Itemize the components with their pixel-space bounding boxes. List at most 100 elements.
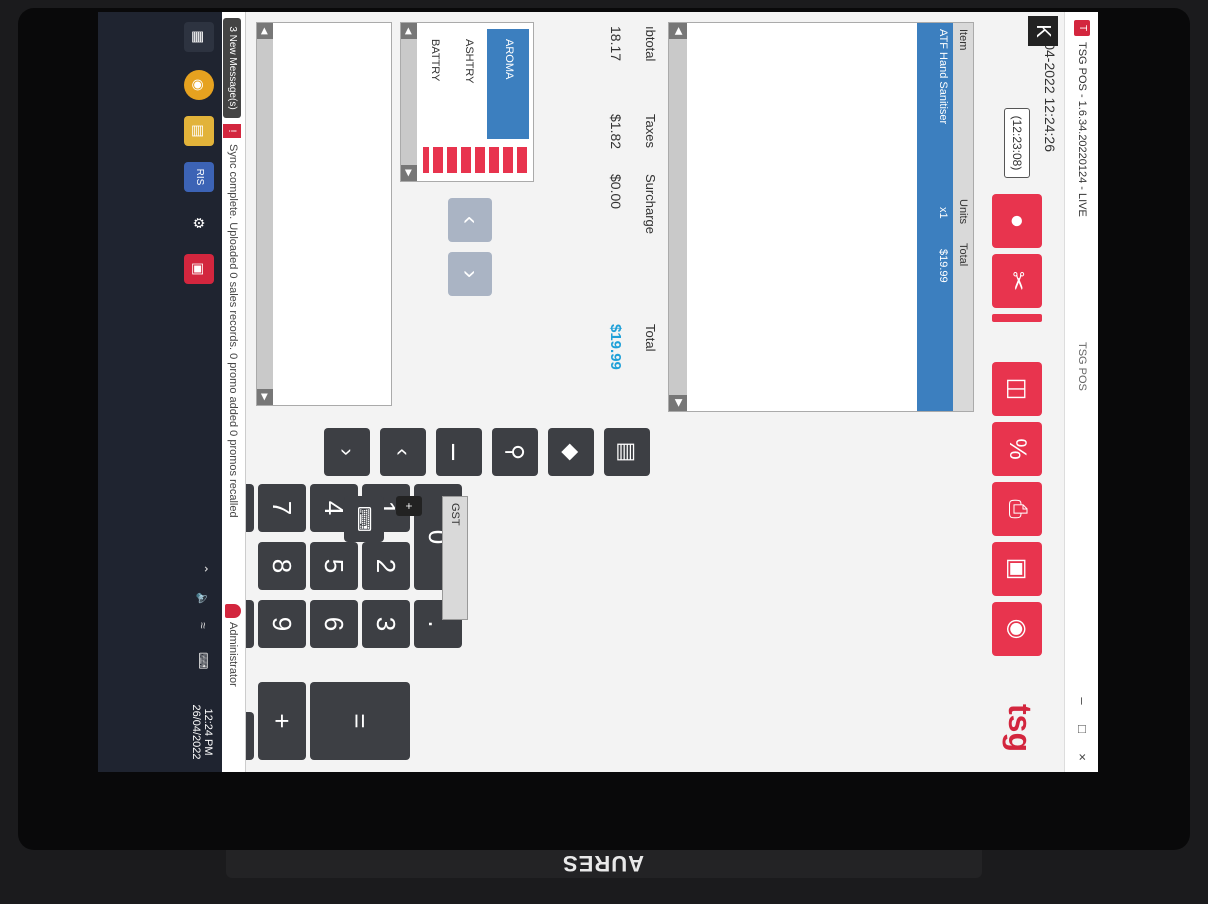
total-value: $19.99 [607,324,624,370]
scroll-right-icon[interactable]: ▶ [401,165,417,181]
key-plus[interactable]: + [258,682,306,760]
tax-select[interactable]: GST [442,496,468,620]
printer-icon: ⎙ [1004,499,1031,519]
search-receipt-button[interactable]: ◫ [992,362,1042,416]
next-button[interactable]: › [324,428,370,476]
window-center-title: TSG POS [1076,342,1088,391]
key-6[interactable]: 6 [310,600,358,648]
items-horizontal-scrollbar[interactable]: ◀ ▶ [669,23,687,411]
category-item[interactable]: AROMA [487,29,529,139]
product-scrollbar[interactable]: ◀ ▶ [257,23,273,405]
receipt-search-icon: ◫ [1004,377,1031,401]
tag-button[interactable]: ◆ [548,428,594,476]
screen: T TSG POS - 1.6.34.20220124 - LIVE TSG P… [98,12,1098,772]
cash-icon: ▤ [615,441,640,463]
key-5[interactable]: 5 [310,542,358,590]
key-8[interactable]: 8 [258,542,306,590]
key-equals[interactable]: = [310,682,410,760]
key-9[interactable]: 9 [258,600,306,648]
column-item: Item [957,29,969,51]
category-item[interactable]: BATTRY [419,29,449,139]
system-clock[interactable]: 12:24 PM 26/04/2022 [190,692,214,772]
person-icon: ● [1004,213,1031,229]
cash-button[interactable]: ▤ [604,428,650,476]
chevron-left-icon: ‹ [457,216,484,224]
chevron-right-icon: › [335,448,360,456]
key-7[interactable]: 7 [258,484,306,532]
keyboard-icon: ⌨ [354,506,374,532]
keyboard-tray-icon[interactable]: ⌨ [196,652,210,669]
chevron-left-icon: ‹ [391,448,416,456]
subtotal-label: ıbtotal [643,26,658,62]
key-2[interactable]: 2 [362,542,410,590]
tray-chevron-up-icon[interactable]: ⌃ [196,564,210,574]
keyboard-button[interactable]: ⌨ [344,496,384,542]
surcharge-value: $0.00 [608,174,624,210]
sync-status: Sync complete. Uploaded 0 sales records.… [227,144,239,518]
remove-line-button[interactable]: ⚊ [436,428,482,476]
percent-icon: % [1004,438,1031,460]
pos-application: T TSG POS - 1.6.34.20220124 - LIVE TSG P… [98,12,1098,772]
product-grid: ◀ ▶ [256,22,392,406]
minimize-button[interactable]: – [1070,688,1094,714]
clock-date: 26/04/2022 [190,704,202,760]
clock-time: 12:24 PM [202,708,214,756]
app-icon: T [1074,20,1090,36]
scroll-left-icon[interactable]: ◀ [401,23,417,39]
taxes-value: $1.82 [608,114,624,150]
file-explorer-icon[interactable]: ▤ [184,116,214,146]
discount-button[interactable]: % [992,422,1042,476]
session-timer: (12:23:08) [1004,108,1030,178]
category-color-swatches [423,147,527,173]
search-icon: ⚲ [503,443,528,461]
items-table: Item Units Total ATF Hand Sanitiser x1 $… [668,22,974,412]
customer-button[interactable]: ● [992,194,1042,248]
start-icon[interactable]: ▦ [184,22,214,52]
scissors-icon: ✂ [1004,270,1031,292]
messages-button[interactable]: 3 New Message(s) [223,18,241,118]
taxes-label: Taxes [643,114,658,148]
maximize-button[interactable]: □ [1070,716,1094,742]
close-button[interactable]: × [1070,744,1094,770]
subtotal-value: 18.17 [608,26,624,62]
add-small-button[interactable]: + [396,496,422,516]
column-units: Units [957,199,969,225]
volume-muted-icon[interactable]: 🔈 [196,592,210,607]
cash-drawer-button[interactable]: ▣ [992,542,1042,596]
device-brand-logo: AURES [562,851,645,876]
previous-button[interactable]: ‹ [380,428,426,476]
wifi-icon[interactable]: ≈ [196,622,210,629]
search-button[interactable]: ⚲ [492,428,538,476]
key-3[interactable]: 3 [362,600,410,648]
category-prev-button[interactable]: ‹ [448,198,492,242]
scroll-right-icon[interactable]: ▶ [257,389,273,405]
chrome-icon[interactable]: ◉ [184,70,214,100]
complete-sale-button[interactable]: ◉ [992,602,1042,656]
table-row[interactable]: ATF Hand Sanitiser x1 $19.99 [917,23,953,411]
checkout-icon: ◉ [1004,618,1031,640]
items-table-header: Item Units Total [953,23,973,411]
current-user: Administrator [227,622,239,687]
window-title: TSG POS - 1.6.34.20220124 - LIVE [1076,42,1088,217]
total-label: Total [643,324,658,352]
window-titlebar: T TSG POS - 1.6.34.20220124 - LIVE TSG P… [1064,12,1098,772]
category-next-button[interactable]: › [448,252,492,296]
collapse-icon[interactable]: K [1028,16,1058,46]
column-total: Total [957,243,969,267]
category-item[interactable]: ASHTRY [447,29,489,139]
category-list: AROMA ASHTRY BATTRY ◀ ▶ [400,22,534,182]
print-button[interactable]: ⎙ [992,482,1042,536]
ris-app-icon[interactable]: RIS [184,162,214,192]
os-taskbar: ▦ ◉ ▤ RIS ⚙ ▣ ⌃ 🔈 ≈ ⌨ 12:24 PM 26/04/202… [98,12,222,772]
scroll-left-icon[interactable]: ◀ [669,23,687,39]
scroll-right-icon[interactable]: ▶ [669,395,687,411]
separator [992,314,1042,322]
totals-panel: ıbtotal Taxes Surcharge Total 18.17 $1.8… [542,22,662,412]
tsg-pos-taskbar-icon[interactable]: ▣ [184,254,214,284]
settings-gear-icon[interactable]: ⚙ [184,208,214,238]
category-scrollbar[interactable]: ◀ ▶ [401,23,417,181]
scroll-left-icon[interactable]: ◀ [257,23,273,39]
row-item: ATF Hand Sanitiser [937,29,949,125]
drawer-icon: ▣ [1004,557,1031,581]
cut-button[interactable]: ✂ [992,254,1042,308]
